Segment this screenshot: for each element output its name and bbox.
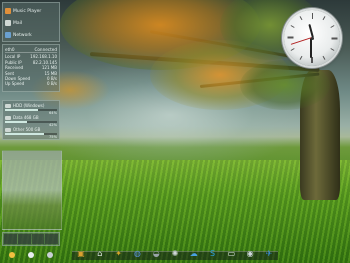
clock-tick: [322, 55, 325, 60]
clock-tick: [322, 16, 325, 21]
clock-center: [310, 36, 314, 40]
globe-icon[interactable]: ◍: [131, 248, 143, 260]
home-icon[interactable]: ⌂: [94, 248, 106, 260]
row-label: Up Speed: [5, 81, 25, 87]
thumbnail-slot[interactable]: [17, 234, 31, 244]
disk-label: Data 468 GB: [13, 115, 39, 120]
settings-icon[interactable]: ✺: [169, 248, 181, 260]
disk-entry[interactable]: HDD (Windows) 64%: [5, 103, 57, 115]
disk-percent: 75%: [49, 135, 57, 139]
dock: ▣ ⌂ ✦ ◍ ◒ ✺ ☁ S ▭ ◉ ✈: [72, 242, 278, 260]
tree-foliage: [240, 60, 330, 110]
thumbnail-slot[interactable]: [31, 234, 45, 244]
disk-label: HDD (Windows): [13, 103, 45, 108]
network-status: Connected: [34, 47, 57, 52]
second-hand: [290, 37, 312, 45]
clock-tick: [329, 25, 334, 28]
skype-icon[interactable]: S: [207, 248, 219, 260]
cloud-icon: [47, 252, 54, 258]
quick-launch-widget: Music Player Mail Network: [2, 2, 60, 42]
drive-icon: [5, 115, 11, 120]
photo-frame-widget[interactable]: [2, 150, 62, 230]
weather-widget[interactable]: [2, 250, 60, 260]
explorer-icon[interactable]: ✦: [113, 248, 125, 260]
clock-tick: [299, 55, 302, 60]
network-icon: [5, 32, 11, 38]
clock-tick: [290, 48, 295, 51]
clock-tick: [290, 25, 295, 28]
drive-icon: [5, 103, 11, 108]
minute-hand: [310, 38, 312, 58]
disk-usage-widget: HDD (Windows) 64% Data 468 GB 42% Other …: [2, 100, 60, 140]
disk-entry[interactable]: Other 500 GB 75%: [5, 127, 57, 139]
thumbnail-slot[interactable]: [45, 234, 58, 244]
menu-item-label: Mail: [13, 20, 23, 26]
sun-icon: [8, 252, 15, 258]
clock-tick: [311, 13, 313, 19]
analog-clock-widget[interactable]: [284, 10, 340, 66]
network-monitor-widget: eth0 Connected Local IP 192.168.1.10 Publ…: [2, 44, 60, 92]
thumbnail-slot[interactable]: [4, 234, 17, 244]
chat-icon[interactable]: ☁: [188, 248, 200, 260]
row-value: 0 B/s: [47, 81, 57, 87]
menu-item[interactable]: Music Player: [5, 5, 57, 17]
folder-icon[interactable]: ▣: [75, 248, 87, 260]
cloud-icon: [27, 252, 34, 258]
network-row: Up Speed 0 B/s: [5, 81, 57, 86]
menu-item-label: Network: [13, 32, 32, 38]
menu-item[interactable]: Mail: [5, 17, 57, 29]
menu-item-label: Music Player: [13, 8, 42, 14]
hour-hand: [308, 23, 314, 38]
camera-icon[interactable]: ◉: [244, 248, 256, 260]
drive-icon: [5, 127, 11, 132]
menu-item[interactable]: Network: [5, 29, 57, 41]
clock-tick: [299, 16, 302, 21]
desktop: Music Player Mail Network eth0 Connected…: [0, 0, 350, 263]
bird-icon[interactable]: ✈: [263, 248, 275, 260]
mail-icon: [5, 20, 11, 26]
clock-tick: [331, 37, 337, 39]
disk-entry[interactable]: Data 468 GB 42%: [5, 115, 57, 127]
clock-tick: [329, 48, 334, 51]
gamepad-icon[interactable]: ◒: [150, 248, 162, 260]
network-interface: eth0: [5, 47, 15, 52]
clock-tick: [287, 37, 293, 39]
music-icon: [5, 8, 11, 14]
thumbnail-strip: [2, 232, 60, 246]
disk-label: Other 500 GB: [13, 127, 41, 132]
monitor-icon[interactable]: ▭: [225, 248, 237, 260]
